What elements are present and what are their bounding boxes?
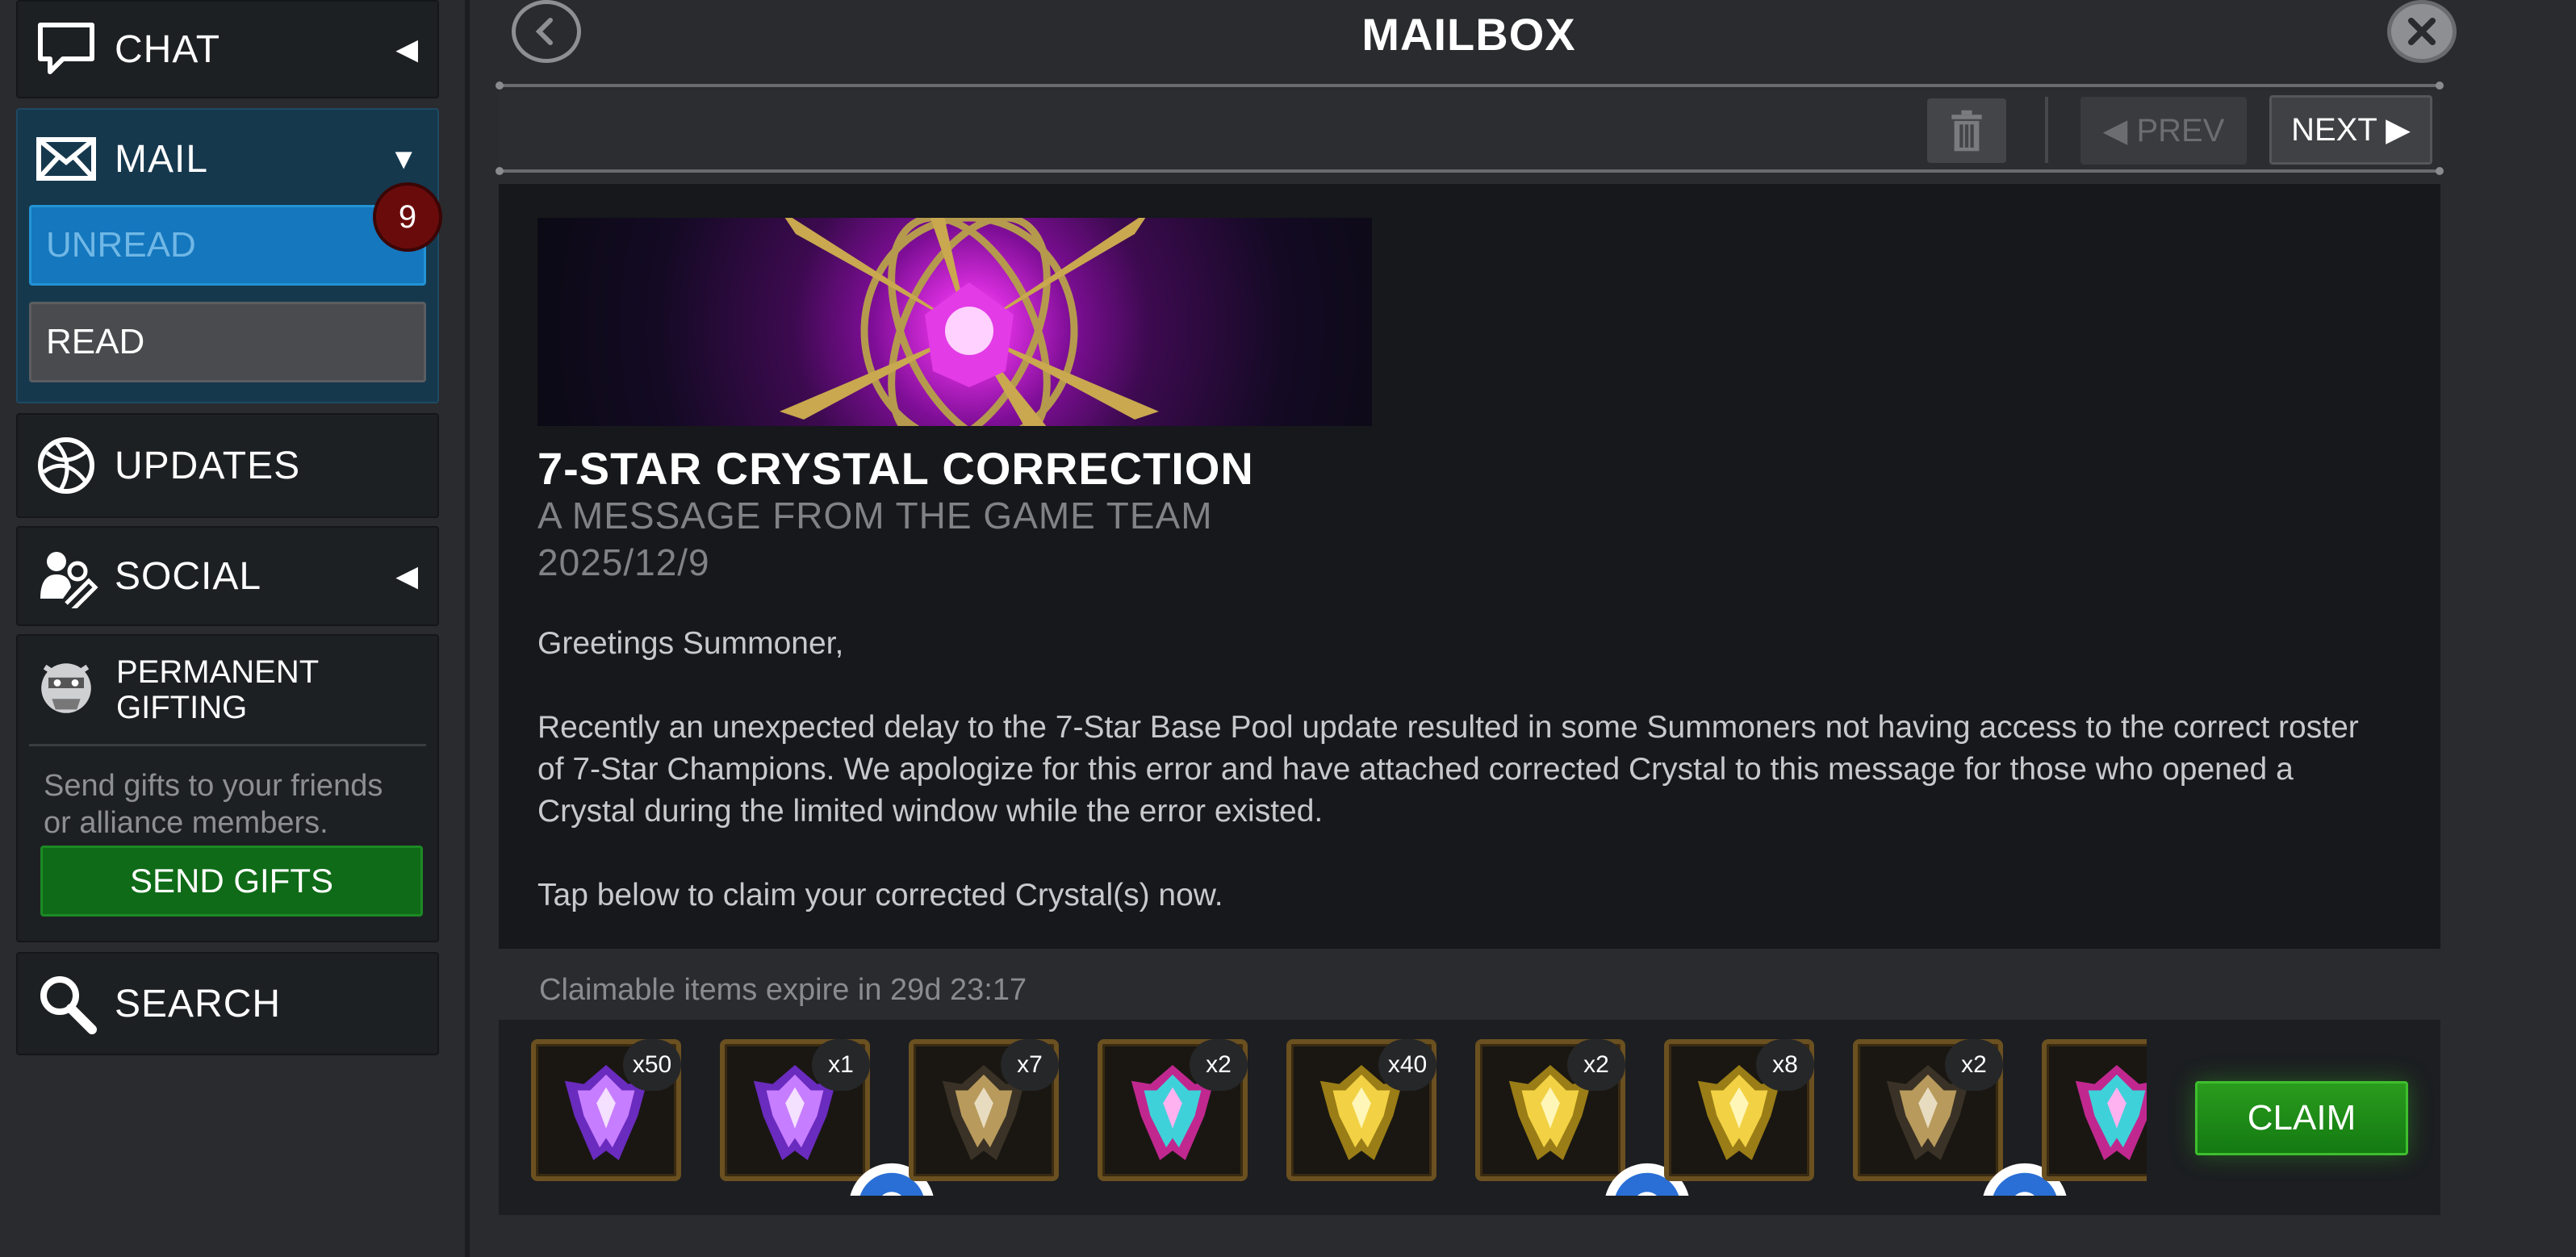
sidebar-item-label: MAIL <box>115 137 209 181</box>
magnifier-icon <box>29 967 103 1041</box>
chat-bubble-icon <box>29 12 103 86</box>
gear-icon <box>1955 1136 2067 1196</box>
page-title: MAILBOX <box>1361 9 1576 60</box>
reward-item[interactable]: x50 <box>531 1039 681 1181</box>
rewards-list[interactable]: x50 x1 x7 x2 x40 x2 x8 x2 <box>531 1039 2147 1196</box>
reward-quantity: x2 <box>1190 1039 1248 1091</box>
reward-item[interactable]: x2 <box>1853 1039 2067 1196</box>
rewards-panel: x50 x1 x7 x2 x40 x2 x8 x2 <box>499 1020 2440 1215</box>
gifting-title: PERMANENT GIFTING <box>116 654 319 725</box>
reward-item[interactable]: x7 <box>909 1039 1059 1181</box>
message-greeting: Greetings Summoner, <box>537 626 844 661</box>
collapse-arrow-icon: ◀ <box>395 559 418 592</box>
sidebar-item-label: UPDATES <box>115 444 301 487</box>
expire-timer-text: Claimable items expire in 29d 23:17 <box>539 973 1027 1007</box>
message-paragraph: Recently an unexpected delay to the 7-St… <box>537 710 2359 829</box>
message-card: 7-STAR CRYSTAL CORRECTION A MESSAGE FROM… <box>499 184 2440 949</box>
message-date: 2025/12/9 <box>537 541 710 583</box>
expand-arrow-icon: ▼ <box>389 142 418 175</box>
gifting-description: Send gifts to your friends or alliance m… <box>18 746 437 841</box>
message-title: 7-STAR CRYSTAL CORRECTION <box>537 443 1254 494</box>
divider <box>496 81 2444 90</box>
reward-item[interactable]: x40 <box>1286 1039 1436 1181</box>
social-people-icon <box>29 539 103 613</box>
chevron-left-icon <box>535 18 553 45</box>
reward-item[interactable]: x2 <box>1475 1039 1689 1196</box>
sidebar-item-label: CHAT <box>115 27 221 71</box>
reward-quantity: x40 <box>1378 1039 1436 1091</box>
message-paragraph: Tap below to claim your corrected Crysta… <box>537 878 1223 912</box>
sidebar-item-updates[interactable]: UPDATES <box>16 413 439 518</box>
gear-icon <box>822 1136 934 1196</box>
sidebar-item-search[interactable]: SEARCH <box>16 952 439 1055</box>
reward-quantity: x8 <box>1756 1039 1814 1091</box>
trash-icon <box>1951 110 1982 152</box>
reward-quantity: x2 <box>1945 1039 2003 1091</box>
unread-count-badge: 9 <box>373 182 442 252</box>
reward-quantity: x7 <box>1001 1039 1059 1091</box>
gifting-desc-line: or alliance members. <box>44 806 328 840</box>
divider <box>496 167 2444 175</box>
reward-item[interactable]: x8 <box>1664 1039 1814 1181</box>
claim-button[interactable]: CLAIM <box>2195 1081 2408 1155</box>
gifting-title-line: PERMANENT <box>116 654 320 690</box>
permanent-gifting-panel: PERMANENT GIFTING Send gifts to your fri… <box>16 634 439 942</box>
unread-tab[interactable]: UNREAD <box>29 205 426 286</box>
gift-mascot-icon <box>31 653 102 728</box>
gifting-title-line: GIFTING <box>116 690 248 725</box>
sidebar-item-social[interactable]: SOCIAL ◀ <box>16 526 439 626</box>
rainbow-crystal-icon <box>2075 1065 2147 1161</box>
sidebar-item-chat[interactable]: CHAT ◀ <box>16 0 439 98</box>
message-body: Greetings Summoner, Recently an unexpect… <box>537 623 2394 958</box>
reward-item[interactable]: x1 <box>720 1039 934 1196</box>
toolbar-separator <box>2045 97 2048 163</box>
close-icon <box>2407 17 2436 46</box>
send-gifts-button[interactable]: SEND GIFTS <box>40 846 423 917</box>
reward-quantity: x2 <box>1567 1039 1625 1091</box>
reward-item[interactable]: x2 <box>1098 1039 1248 1181</box>
envelope-icon <box>29 122 103 196</box>
gear-icon <box>1577 1136 1689 1196</box>
globe-icon <box>29 428 103 503</box>
delete-button[interactable] <box>1927 98 2006 163</box>
next-button[interactable]: NEXT ▶ <box>2269 95 2432 165</box>
sidebar-item-label: SOCIAL <box>115 554 262 598</box>
reward-quantity: x50 <box>623 1039 681 1091</box>
prev-button[interactable]: ◀ PREV <box>2080 97 2247 165</box>
back-button[interactable] <box>512 0 581 63</box>
sidebar-item-mail: MAIL ▼ UNREAD READ <box>16 108 439 403</box>
crystal-banner-image <box>537 218 1372 426</box>
sidebar: CHAT ◀ MAIL ▼ UNREAD READ 9 UPDATES SOCI… <box>0 0 470 1257</box>
reward-item[interactable] <box>2042 1039 2147 1181</box>
close-button[interactable] <box>2387 0 2457 63</box>
gifting-desc-line: Send gifts to your friends <box>44 769 383 803</box>
read-tab[interactable]: READ <box>29 302 426 382</box>
sidebar-item-label: SEARCH <box>115 982 282 1025</box>
reward-quantity: x1 <box>812 1039 870 1091</box>
collapse-arrow-icon: ◀ <box>395 32 418 65</box>
message-sender: A MESSAGE FROM THE GAME TEAM <box>537 495 1213 537</box>
mail-header[interactable]: MAIL <box>18 110 437 208</box>
